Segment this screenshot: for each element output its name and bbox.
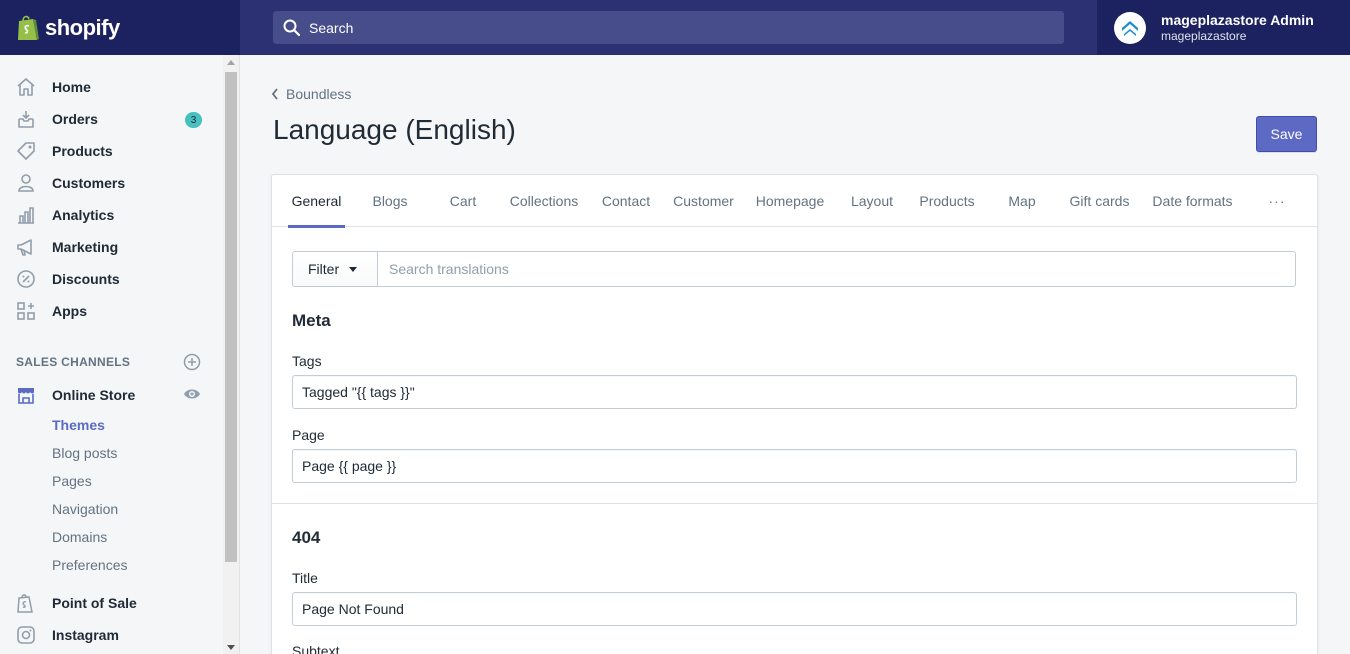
brand-name: shopify xyxy=(45,14,120,40)
sidebar-item-label: Products xyxy=(52,143,113,159)
translations-card: General Blogs Cart Collections Contact C… xyxy=(271,174,1318,654)
eye-icon[interactable] xyxy=(183,387,201,401)
chevron-left-icon xyxy=(271,88,278,100)
tag-icon xyxy=(17,142,35,160)
tab-collections[interactable]: Collections xyxy=(508,175,580,227)
account-store: mageplazastore xyxy=(1161,29,1247,43)
sidebar-item-point-of-sale[interactable]: Point of Sale xyxy=(0,588,222,618)
more-tabs-icon[interactable]: ··· xyxy=(1262,191,1292,211)
instagram-icon xyxy=(17,626,35,644)
sidebar: Home Orders 3 Products Customers Analyti… xyxy=(0,55,240,654)
field-label-tags: Tags xyxy=(292,353,322,369)
field-label-title: Title xyxy=(292,570,318,586)
tab-date-formats[interactable]: Date formats xyxy=(1150,175,1235,227)
subnav-preferences[interactable]: Preferences xyxy=(52,557,127,573)
sidebar-item-products[interactable]: Products xyxy=(0,136,222,166)
avatar xyxy=(1114,11,1146,44)
language-tabs: General Blogs Cart Collections Contact C… xyxy=(272,175,1317,228)
sales-channels-heading: SALES CHANNELS xyxy=(16,355,131,369)
megaphone-icon xyxy=(17,239,32,256)
sidebar-item-customers[interactable]: Customers xyxy=(0,168,222,198)
page-title: Language (English) xyxy=(273,114,516,145)
tab-customer[interactable]: Customer xyxy=(671,175,736,227)
sidebar-item-home[interactable]: Home xyxy=(0,72,222,102)
orders-count-badge: 3 xyxy=(185,112,202,128)
scroll-up-arrow-icon[interactable] xyxy=(227,60,235,65)
breadcrumb[interactable]: Boundless xyxy=(270,86,351,102)
scroll-down-arrow-icon[interactable] xyxy=(227,645,235,650)
sidebar-item-label: Discounts xyxy=(52,271,120,287)
tab-homepage[interactable]: Homepage xyxy=(754,175,826,227)
sidebar-item-label: Home xyxy=(52,79,91,95)
section-title-404: 404 xyxy=(292,528,321,547)
bar-chart-icon xyxy=(18,207,34,224)
home-icon xyxy=(17,78,35,96)
tab-products[interactable]: Products xyxy=(917,175,977,227)
add-sales-channel-icon[interactable] xyxy=(183,353,201,371)
tab-layout[interactable]: Layout xyxy=(847,175,897,227)
search-icon xyxy=(283,19,301,36)
field-label-page: Page xyxy=(292,427,325,443)
account-menu[interactable]: mageplazastore Admin mageplazastore xyxy=(1097,0,1350,55)
page-field[interactable]: Page {{ page }} xyxy=(292,449,1297,483)
filter-button[interactable]: Filter xyxy=(292,251,378,287)
search-translations-input[interactable]: Search translations xyxy=(378,251,1296,287)
sidebar-item-label: Point of Sale xyxy=(52,595,137,611)
section-divider xyxy=(272,503,1317,504)
subnav-navigation[interactable]: Navigation xyxy=(52,501,118,517)
tab-cart[interactable]: Cart xyxy=(438,175,488,227)
section-title-meta: Meta xyxy=(292,311,331,330)
sidebar-item-label: Analytics xyxy=(52,207,115,223)
sidebar-item-orders[interactable]: Orders 3 xyxy=(0,104,222,134)
brand-logo[interactable]: shopify xyxy=(0,0,240,55)
subnav-blog-posts[interactable]: Blog posts xyxy=(52,445,117,461)
sidebar-item-marketing[interactable]: Marketing xyxy=(0,232,222,262)
title-field[interactable]: Page Not Found xyxy=(292,592,1297,626)
sidebar-item-label: Orders xyxy=(52,111,98,127)
person-icon xyxy=(18,174,34,192)
subnav-domains[interactable]: Domains xyxy=(52,529,107,545)
filter-row: Filter Search translations xyxy=(292,251,1296,287)
save-button[interactable]: Save xyxy=(1256,116,1317,152)
search-placeholder: Search xyxy=(309,19,354,36)
sidebar-item-analytics[interactable]: Analytics xyxy=(0,200,222,230)
filter-label: Filter xyxy=(308,261,340,277)
sidebar-item-label: Online Store xyxy=(52,387,136,403)
store-logo-icon xyxy=(1117,14,1143,41)
tab-contact[interactable]: Contact xyxy=(598,175,654,227)
tags-field[interactable]: Tagged "{{ tags }}" xyxy=(292,375,1297,409)
field-label-subtext: Subtext xyxy=(292,643,340,654)
shopify-bag-icon xyxy=(17,594,33,613)
sidebar-item-label: Apps xyxy=(52,303,87,319)
sidebar-item-discounts[interactable]: Discounts xyxy=(0,264,222,294)
global-search[interactable]: Search xyxy=(273,11,1064,44)
account-name: mageplazastore Admin xyxy=(1161,12,1314,28)
top-bar: shopify Search mageplazastore Admin mage… xyxy=(0,0,1350,55)
shopify-bag-icon xyxy=(18,15,39,40)
caret-down-icon xyxy=(349,266,358,272)
orders-icon xyxy=(18,111,34,128)
tab-blogs[interactable]: Blogs xyxy=(365,175,415,227)
breadcrumb-label: Boundless xyxy=(286,86,352,102)
discount-icon xyxy=(17,270,35,288)
sidebar-item-instagram[interactable]: Instagram xyxy=(0,620,222,650)
sidebar-item-apps[interactable]: Apps xyxy=(0,296,222,326)
subnav-pages[interactable]: Pages xyxy=(52,473,92,489)
tab-general[interactable]: General xyxy=(288,175,345,228)
sidebar-item-label: Marketing xyxy=(52,239,119,255)
apps-icon xyxy=(17,302,35,320)
tab-gift-cards[interactable]: Gift cards xyxy=(1067,175,1132,227)
sidebar-item-label: Instagram xyxy=(52,627,119,643)
sidebar-item-label: Customers xyxy=(52,175,126,191)
tab-map[interactable]: Map xyxy=(1002,175,1042,227)
store-icon xyxy=(18,388,34,404)
sidebar-scrollbar-thumb[interactable] xyxy=(225,72,237,562)
subnav-themes[interactable]: Themes xyxy=(52,417,105,433)
